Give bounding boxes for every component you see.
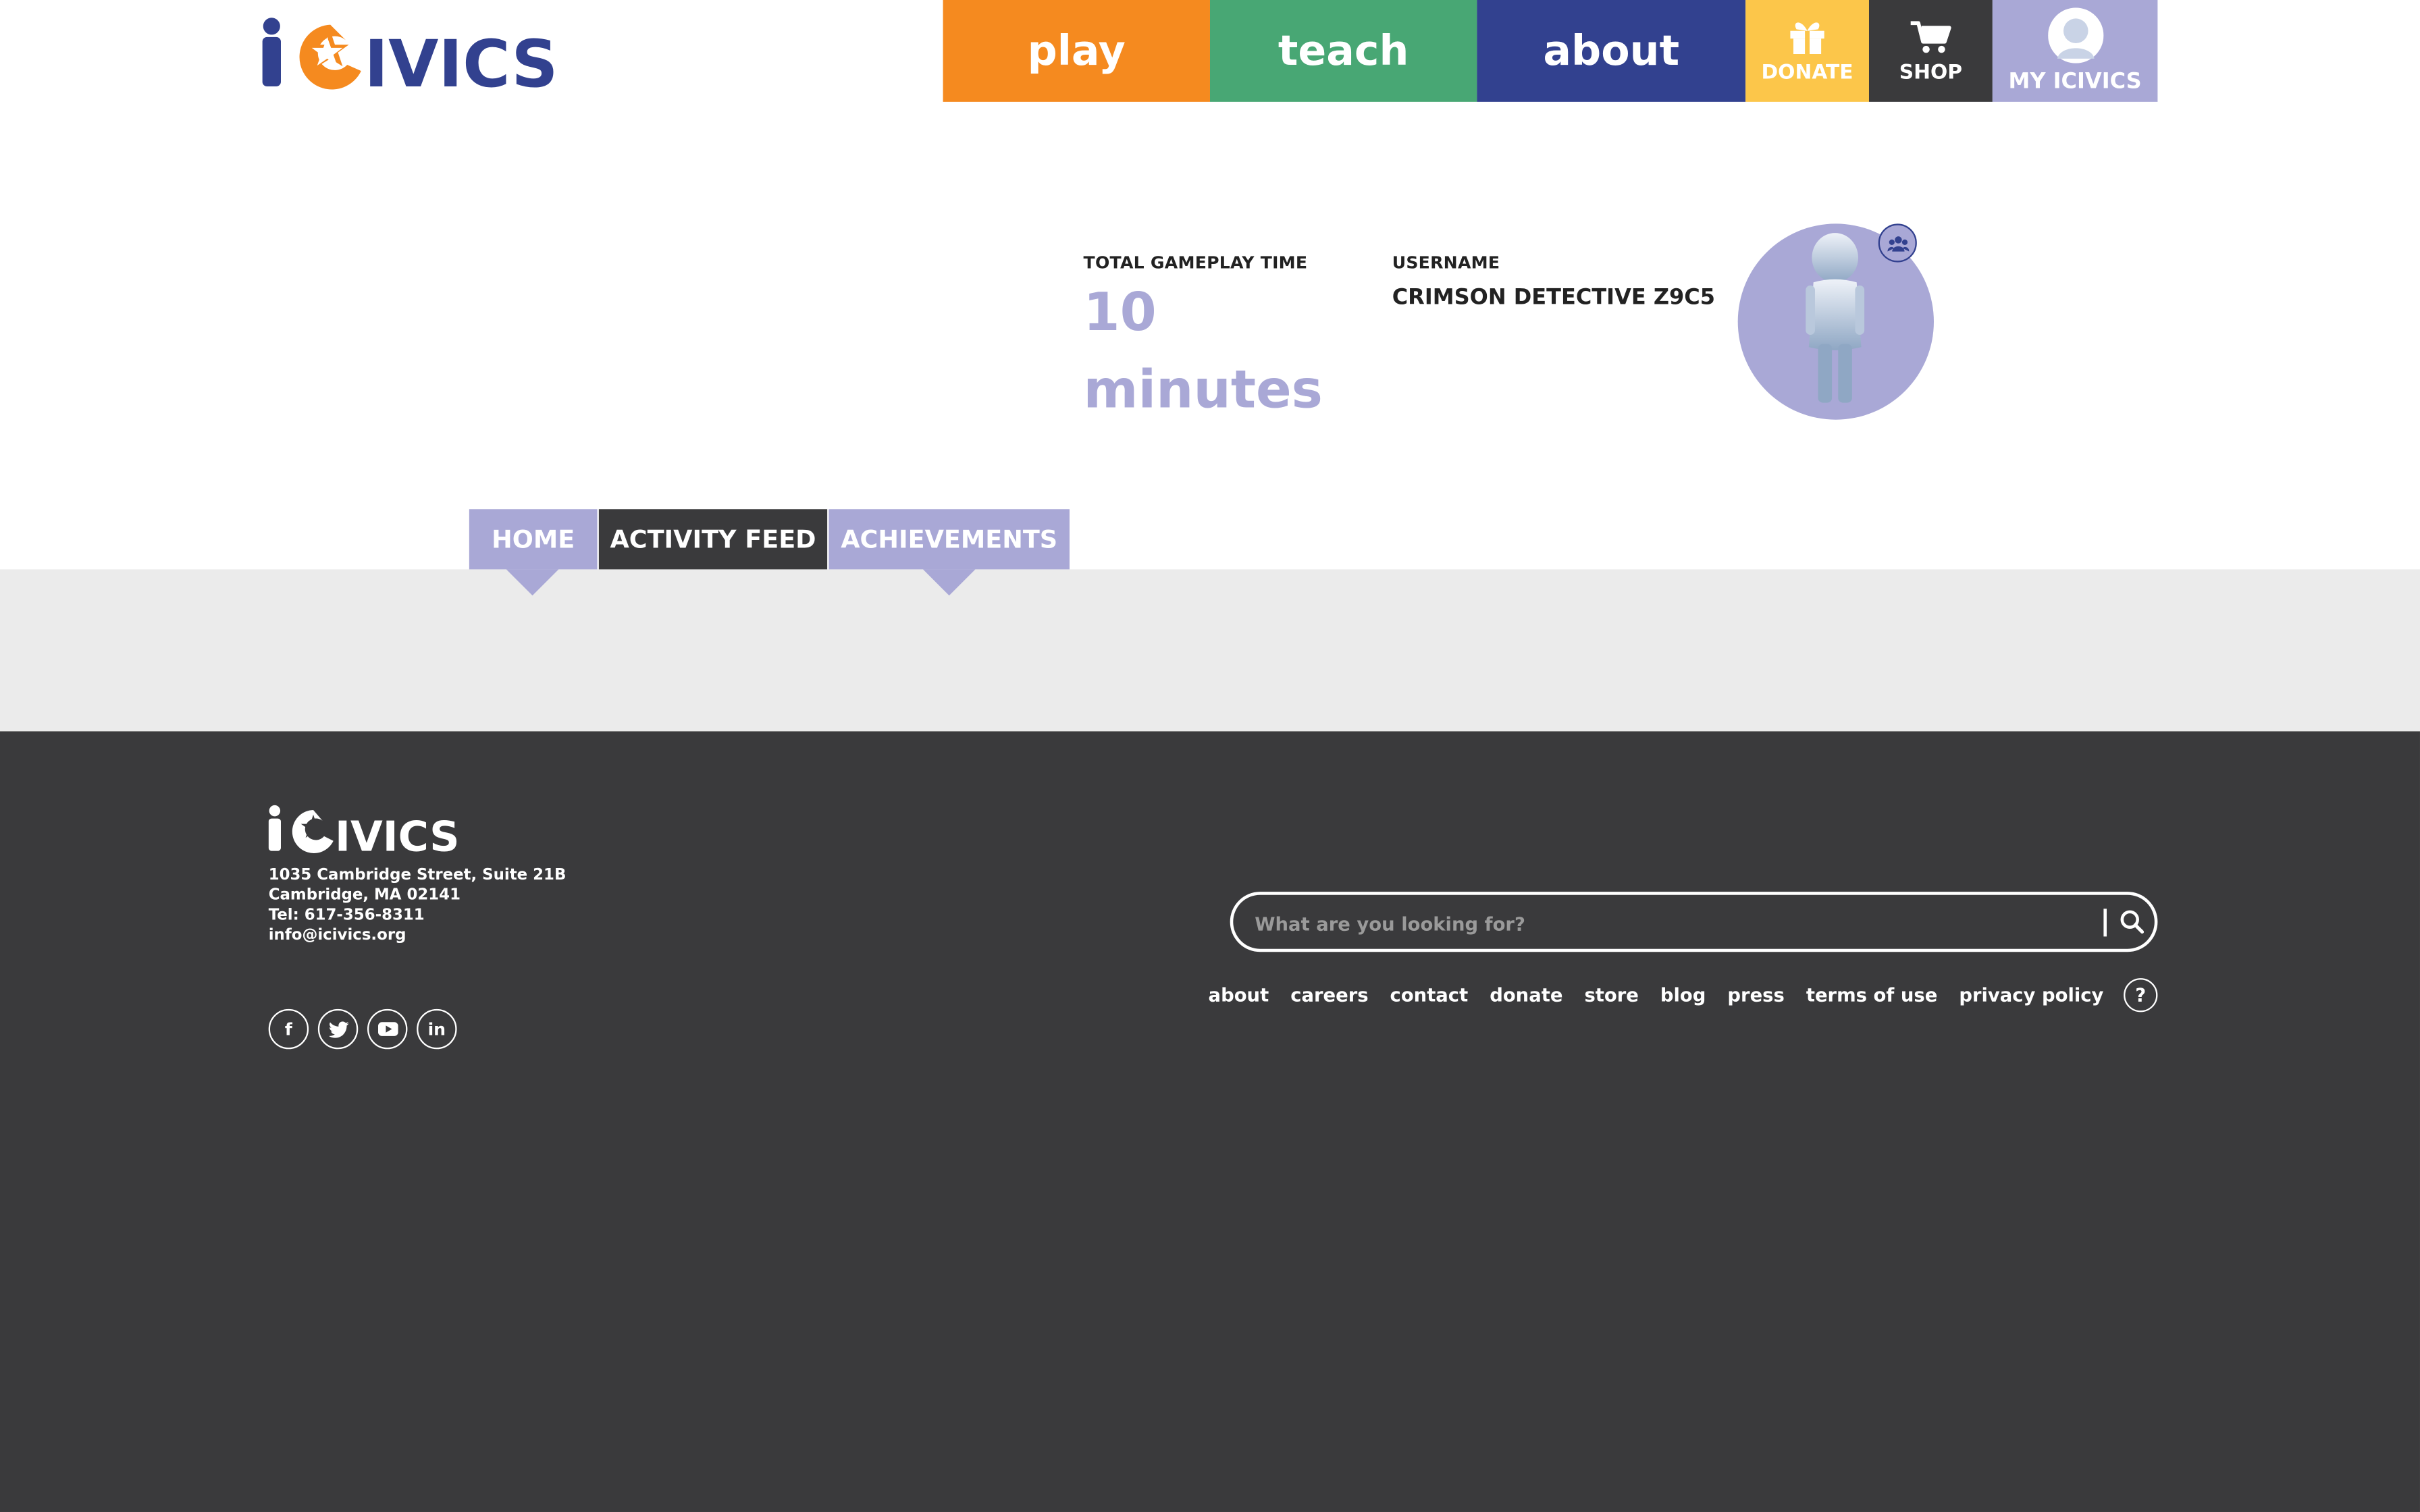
- footer-link-careers[interactable]: careers: [1290, 984, 1368, 1006]
- nav-shop[interactable]: SHOP: [1868, 0, 1993, 102]
- username-value: CRIMSON DETECTIVE Z9C5: [1392, 285, 1716, 310]
- search-input[interactable]: [1251, 905, 2092, 943]
- tab-home-pointer: [506, 569, 559, 596]
- footer-email[interactable]: info@icivics.org: [269, 927, 406, 944]
- search-divider: [2103, 909, 2107, 937]
- nav-my-icivics[interactable]: MY ICIVICS: [1992, 0, 2158, 102]
- tab-home[interactable]: HOME: [469, 509, 598, 570]
- users-icon: [1887, 236, 1909, 251]
- gameplay-time-label: TOTAL GAMEPLAY TIME: [1083, 252, 1308, 273]
- twitter-icon[interactable]: [317, 1008, 359, 1050]
- svg-text:IVICS: IVICS: [335, 813, 460, 857]
- help-icon[interactable]: ?: [2124, 978, 2158, 1013]
- gameplay-time-unit: minutes: [1083, 359, 1323, 421]
- username-label: USERNAME: [1392, 252, 1500, 273]
- avatar-icon: [2047, 7, 2103, 63]
- footer-link-about[interactable]: about: [1209, 984, 1269, 1006]
- group-icon[interactable]: [1878, 223, 1917, 263]
- footer-phone: Tel: 617-356-8311: [268, 907, 425, 925]
- nav-donate[interactable]: DONATE: [1745, 0, 1869, 102]
- search-icon[interactable]: [2119, 909, 2145, 935]
- tab-achievements-pointer: [922, 569, 976, 596]
- tab-content-band: [0, 569, 2420, 732]
- tab-activity-feed[interactable]: ACTIVITY FEED: [598, 509, 828, 570]
- nav-about[interactable]: about: [1477, 0, 1746, 102]
- footer-icivics-logo[interactable]: IVICS: [268, 804, 477, 857]
- footer-link-privacy[interactable]: privacy policy: [1959, 984, 2103, 1006]
- youtube-icon[interactable]: [367, 1008, 408, 1050]
- tab-achievements[interactable]: ACHIEVEMENTS: [828, 509, 1070, 570]
- facebook-icon[interactable]: f: [268, 1008, 309, 1050]
- gameplay-time-value: 10: [1083, 282, 1157, 344]
- svg-text:IVICS: IVICS: [364, 26, 558, 96]
- footer-links: about careers contact donate store blog …: [1187, 981, 2104, 1009]
- nav-play[interactable]: play: [943, 0, 1210, 102]
- nav-shop-label: SHOP: [1899, 61, 1963, 84]
- footer-address-line-1: 1035 Cambridge Street, Suite 21B: [268, 867, 567, 884]
- gift-icon: [1790, 22, 1824, 53]
- page: IVICS play teach about DONATE SHOP MY IC…: [0, 0, 2420, 1512]
- footer-search: [1230, 892, 2158, 952]
- footer-address-line-2: Cambridge, MA 02141: [268, 887, 461, 905]
- footer-link-press[interactable]: press: [1727, 984, 1784, 1006]
- icivics-logo[interactable]: IVICS: [262, 16, 579, 96]
- linkedin-icon[interactable]: in: [417, 1008, 457, 1050]
- footer-link-terms[interactable]: terms of use: [1806, 984, 1937, 1006]
- cart-icon: [1910, 20, 1951, 53]
- footer-link-contact[interactable]: contact: [1390, 984, 1469, 1006]
- footer-link-blog[interactable]: blog: [1660, 984, 1706, 1006]
- nav-teach[interactable]: teach: [1209, 0, 1477, 102]
- nav-donate-label: DONATE: [1761, 61, 1853, 84]
- footer-link-store[interactable]: store: [1584, 984, 1638, 1006]
- footer-link-donate[interactable]: donate: [1490, 984, 1562, 1006]
- nav-my-label: MY ICIVICS: [2008, 69, 2142, 94]
